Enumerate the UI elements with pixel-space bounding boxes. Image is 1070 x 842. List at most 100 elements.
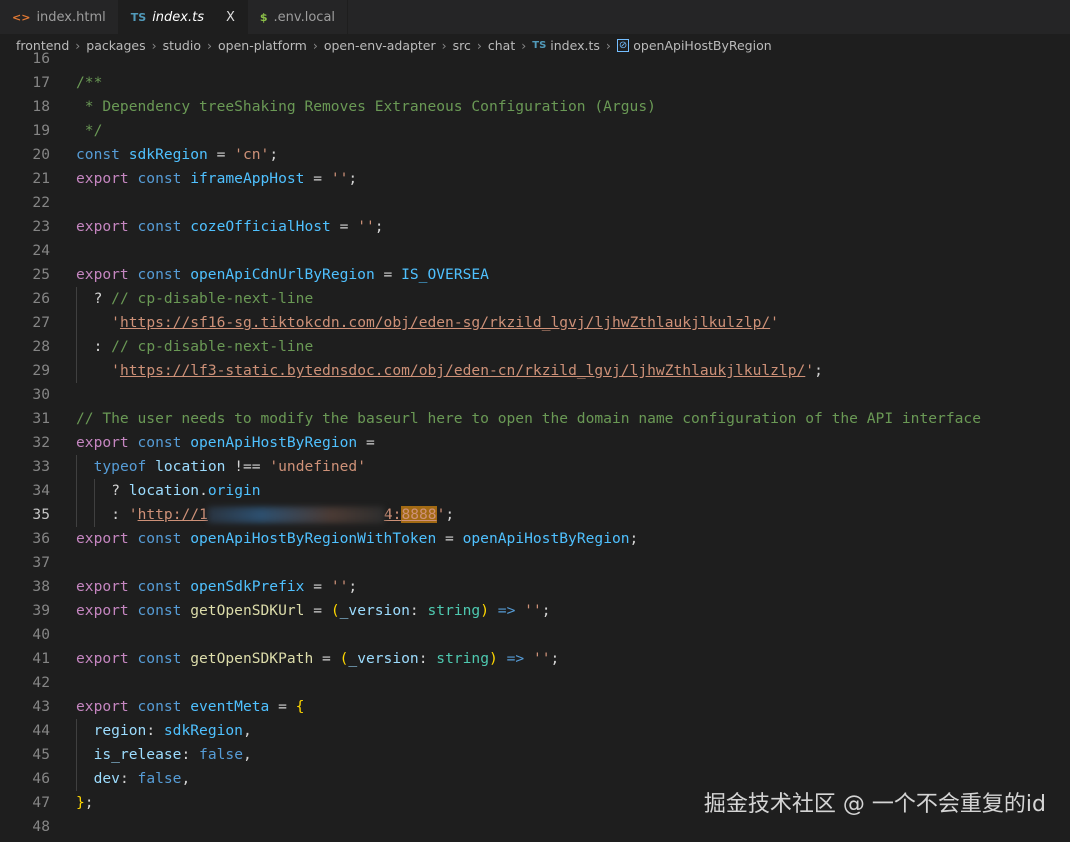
code-token: } [76, 794, 85, 811]
code-editor[interactable]: 16 17 /** 18 * Dependency treeShaking Remov… [0, 47, 1070, 839]
file-type-icon: $ [259, 10, 268, 24]
code-token: eventMeta [190, 698, 270, 715]
code-line: 42 [0, 671, 1070, 695]
code-token: const [137, 530, 191, 547]
code-text: */ [76, 119, 103, 143]
code-line: 22 [0, 191, 1070, 215]
code-token: ) [480, 602, 490, 619]
line-number: 35 [32, 506, 50, 523]
code-token: 'undefined' [269, 458, 366, 475]
indent-guide [76, 287, 94, 311]
line-number: 38 [32, 578, 50, 595]
indent-guide [76, 455, 94, 479]
code-token: , [181, 770, 191, 787]
code-line: 21 export const iframeAppHost = ''; [0, 167, 1070, 191]
line-number: 25 [32, 266, 50, 283]
line-number: 41 [32, 650, 50, 667]
code-token: https://lf3-static.bytednsdoc.com/obj/ed… [119, 362, 806, 379]
code-token: const [137, 266, 191, 283]
line-number: 45 [32, 746, 50, 763]
code-text: }; [76, 791, 94, 815]
indent-guide [76, 503, 94, 527]
indent-guide [76, 479, 94, 503]
code-token: ; [84, 794, 94, 811]
code-text: 'https://lf3-static.bytednsdoc.com/obj/e… [76, 359, 823, 383]
tab-index-ts[interactable]: TS index.ts X [118, 0, 248, 34]
line-number: 24 [32, 242, 50, 259]
code-token: '' [330, 578, 349, 595]
code-line: 19 */ [0, 119, 1070, 143]
code-token: const [137, 170, 191, 187]
code-text: /** [76, 71, 102, 95]
code-line: 18 * Dependency treeShaking Removes Extr… [0, 95, 1070, 119]
code-token: 4: [383, 506, 402, 523]
tab-env-local[interactable]: $ .env.local [248, 0, 349, 34]
code-token: 8888 [401, 506, 437, 523]
code-line: 23 export const cozeOfficialHost = ''; [0, 215, 1070, 239]
code-token: http://1 [137, 506, 208, 523]
code-token: : [409, 602, 428, 619]
code-token: !== [225, 458, 270, 475]
code-token: ' [805, 362, 815, 379]
code-text: * Dependency treeShaking Removes Extrane… [76, 95, 656, 119]
code-token: /** [76, 74, 103, 91]
code-token: = [304, 602, 331, 619]
code-token: ; [348, 170, 358, 187]
code-line: 24 [0, 239, 1070, 263]
file-type-icon: TS [130, 10, 147, 24]
code-line: 48 [0, 815, 1070, 839]
code-token: openApiHostByRegionWithToken [190, 530, 437, 547]
code-token: ) [489, 650, 498, 667]
line-number: 47 [32, 794, 50, 811]
code-token: : [146, 722, 164, 739]
code-line: 20 const sdkRegion = 'cn'; [0, 143, 1070, 167]
code-token: export [76, 530, 138, 547]
code-line: 16 [0, 47, 1070, 71]
code-token: '' [532, 650, 551, 667]
line-number: 43 [32, 698, 50, 715]
code-token: openApiHostByRegion [190, 434, 358, 451]
code-token: string [436, 650, 489, 667]
code-token: . [199, 482, 208, 499]
code-token: IS_OVERSEA [401, 266, 489, 283]
code-line: 31 // The user needs to modify the baseur… [0, 407, 1070, 431]
code-line: 37 [0, 551, 1070, 575]
code-line: 44 region: sdkRegion, [0, 719, 1070, 743]
code-token: , [242, 722, 252, 739]
line-number: 33 [32, 458, 50, 475]
code-token: const [137, 434, 191, 451]
code-text: export const openApiCdnUrlByRegion = IS_… [76, 263, 489, 287]
code-token: iframeAppHost [190, 170, 305, 187]
line-number: 42 [32, 674, 50, 691]
code-token: ' [111, 314, 120, 331]
code-token: ; [541, 602, 551, 619]
code-token: export [76, 170, 138, 187]
code-token: origin [207, 482, 261, 499]
code-token: cozeOfficialHost [190, 218, 331, 235]
code-token: => [489, 602, 525, 619]
code-line: 27 'https://sf16-sg.tiktokcdn.com/obj/ed… [0, 311, 1070, 335]
code-token: // cp-disable-next-line [111, 290, 314, 307]
code-text: // The user needs to modify the baseurl … [76, 407, 981, 431]
code-token: export [76, 650, 138, 667]
code-token: */ [76, 122, 103, 139]
close-icon[interactable]: X [226, 10, 235, 25]
code-token: ' [111, 362, 120, 379]
code-line: 28: // cp-disable-next-line [0, 335, 1070, 359]
code-text: ? location.origin [76, 479, 261, 503]
code-token: : [119, 770, 138, 787]
code-text: export const getOpenSDKPath = (_version:… [76, 647, 559, 671]
code-text: : // cp-disable-next-line [76, 335, 313, 359]
tab-label: .env.local [273, 9, 336, 25]
tab-label: index.html [36, 9, 106, 25]
line-number: 44 [32, 722, 50, 739]
code-token: export [76, 266, 138, 283]
code-token: _version [339, 602, 410, 619]
code-token: false [199, 746, 243, 763]
tab-index-html[interactable]: <> index.html [0, 0, 119, 34]
code-token: ; [550, 650, 560, 667]
code-text: export const cozeOfficialHost = ''; [76, 215, 384, 239]
code-token: ? [93, 290, 112, 307]
code-token: sdkRegion [163, 722, 243, 739]
